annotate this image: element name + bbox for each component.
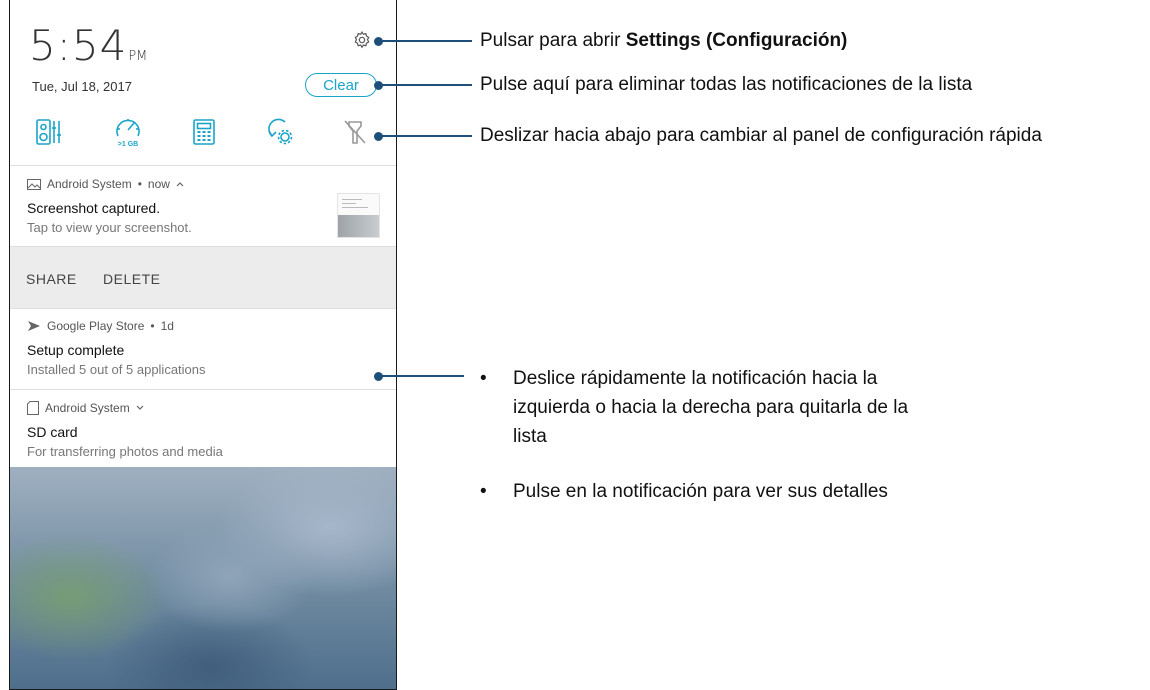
notification-app: Android System xyxy=(45,401,130,415)
notification-sd-card[interactable]: Android System SD card For transferring … xyxy=(10,401,396,459)
notification-text: Installed 5 out of 5 applications xyxy=(27,362,206,377)
bullet-tap-text: Pulse en la notificación para ver sus de… xyxy=(513,481,888,502)
memory-booster-button[interactable]: >1 GB xyxy=(110,115,146,151)
notification-actions: SHARE DELETE xyxy=(10,246,396,309)
callout-clear: Pulse aquí para eliminar todas las notif… xyxy=(480,74,973,95)
callout-line-notification xyxy=(380,375,464,377)
notification-header: Google Play Store • 1d xyxy=(27,319,396,333)
delete-button[interactable]: DELETE xyxy=(103,271,160,287)
sd-card-icon xyxy=(27,401,39,415)
bullet-swipe-text: Deslice rápidamente la notificación haci… xyxy=(513,368,909,447)
callout-settings-text: Pulsar para abrir xyxy=(480,30,626,51)
image-icon xyxy=(27,178,41,190)
notification-app: Android System xyxy=(47,177,132,191)
notification-title: SD card xyxy=(27,424,78,440)
auto-rotate-settings-icon[interactable] xyxy=(266,118,294,146)
clock-time: 5:54 xyxy=(29,21,128,70)
date: Tue, Jul 18, 2017 xyxy=(32,79,132,94)
bullet-swipe: • Deslice rápidamente la notificación ha… xyxy=(480,364,950,454)
notification-text: For transferring photos and media xyxy=(27,444,223,459)
clear-all-button[interactable]: Clear xyxy=(305,73,377,97)
notification-time: 1d xyxy=(160,319,174,333)
divider xyxy=(10,389,396,390)
play-store-icon xyxy=(28,321,40,331)
status-header: 5:54PM Tue, Jul 18, 2017 Clear >1 GB xyxy=(10,0,396,166)
callout-quick-settings: Deslizar hacia abajo para cambiar al pan… xyxy=(480,125,1042,146)
notification-time: now xyxy=(147,177,170,191)
dot-separator: • xyxy=(137,177,142,191)
share-button[interactable]: SHARE xyxy=(26,271,77,287)
chevron-down-icon[interactable] xyxy=(136,405,144,411)
callout-settings-bold: Settings (Configuración) xyxy=(625,30,848,51)
equalizer-icon[interactable] xyxy=(35,118,63,146)
screenshot-thumbnail[interactable] xyxy=(337,193,380,238)
wallpaper-background xyxy=(10,467,396,689)
clock-ampm: PM xyxy=(128,49,148,64)
memory-label: >1 GB xyxy=(117,141,139,148)
dot-separator: • xyxy=(150,319,155,333)
notification-play-store[interactable]: Google Play Store • 1d Setup complete In… xyxy=(10,319,396,377)
notification-header: Android System xyxy=(27,401,396,415)
bullet-tap: • Pulse en la notificación para ver sus … xyxy=(480,477,950,507)
notification-panel: 5:54PM Tue, Jul 18, 2017 Clear >1 GB And… xyxy=(9,0,397,690)
notification-header: Android System • now xyxy=(27,177,396,191)
callout-line-settings xyxy=(380,40,472,42)
flashlight-off-icon[interactable] xyxy=(341,118,369,146)
clock: 5:54PM xyxy=(29,24,147,79)
notification-title: Setup complete xyxy=(27,342,125,358)
chevron-up-icon[interactable] xyxy=(176,181,184,187)
speedometer-icon xyxy=(116,119,140,137)
notification-app: Google Play Store xyxy=(47,319,145,333)
callout-line-quick xyxy=(380,135,472,137)
callout-line-clear xyxy=(380,84,472,86)
bullet-mark: • xyxy=(480,368,487,389)
calculator-icon[interactable] xyxy=(190,118,218,146)
gear-icon[interactable] xyxy=(352,30,372,50)
callout-settings: Pulsar para abrir Settings (Configuració… xyxy=(480,30,847,52)
bullet-mark: • xyxy=(480,481,487,502)
